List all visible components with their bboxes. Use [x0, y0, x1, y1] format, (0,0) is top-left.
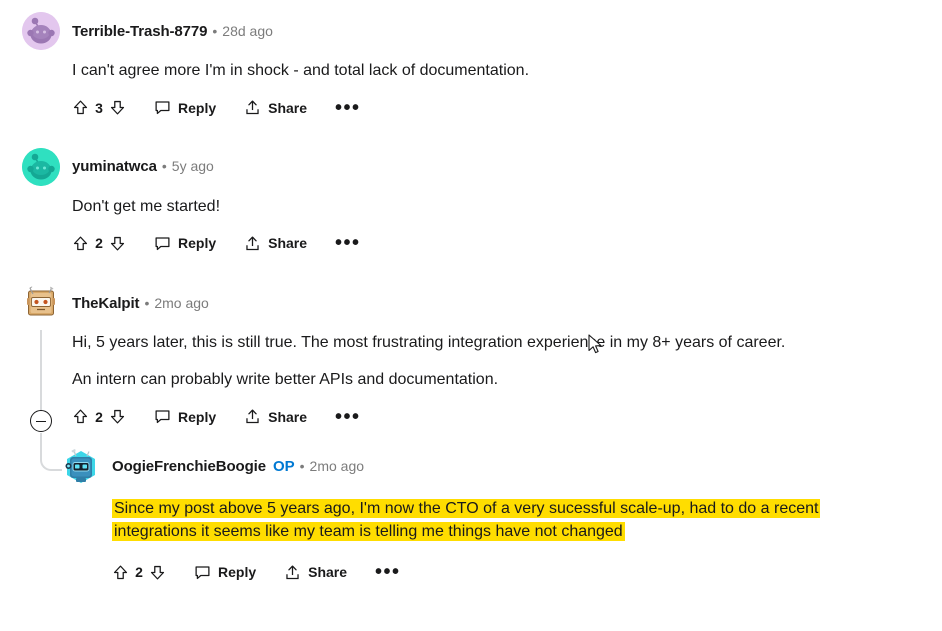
vote-count: 2 — [95, 235, 103, 252]
comment-timestamp: 5y ago — [171, 158, 214, 175]
share-icon — [246, 100, 259, 115]
comment-username[interactable]: yuminatwca — [72, 158, 157, 175]
comment-bubble-icon — [195, 566, 210, 579]
upvote-icon[interactable] — [72, 408, 89, 425]
share-label: Share — [308, 564, 348, 581]
share-button[interactable]: Share — [244, 99, 307, 116]
downvote-icon[interactable] — [149, 564, 166, 581]
comment-item: yuminatwca • 5y ago Don't get me started… — [0, 147, 942, 261]
comment-paragraph: I can't agree more I'm in shock - and to… — [72, 62, 530, 79]
share-label: Share — [268, 408, 308, 425]
upvote-icon[interactable] — [72, 235, 89, 252]
upvote-icon[interactable] — [112, 564, 129, 581]
op-badge: OP — [272, 458, 295, 476]
comment-bubble-icon — [155, 237, 170, 251]
more-options-button[interactable]: ••• — [335, 407, 361, 427]
meta-separator: • — [161, 158, 167, 175]
downvote-icon[interactable] — [109, 408, 126, 425]
comment-body: Hi, 5 years later, this is still true. T… — [72, 332, 942, 391]
more-options-button[interactable]: ••• — [335, 233, 361, 253]
collapse-thread-button[interactable] — [30, 410, 52, 433]
meta-separator: • — [144, 294, 150, 311]
reply-label: Reply — [218, 564, 257, 581]
vote-count: 2 — [95, 408, 103, 425]
more-options-button[interactable]: ••• — [335, 98, 361, 118]
comment-username[interactable]: TheKalpit — [72, 295, 140, 312]
meta-separator: • — [299, 458, 305, 475]
avatar[interactable] — [22, 284, 60, 322]
comment-thread: Terrible-Trash-8779 • 28d ago I can't ag… — [0, 0, 942, 589]
downvote-icon[interactable] — [109, 99, 126, 116]
comment-paragraph: An intern can probably write better APIs… — [72, 371, 499, 389]
vote-group: 2 — [72, 235, 126, 252]
robot-cardboard-avatar-icon — [27, 286, 55, 316]
comment-header: Terrible-Trash-8779 • 28d ago — [22, 12, 942, 50]
text-highlight: Since my post above 5 years ago, I'm now… — [112, 498, 821, 541]
comment-body: I can't agree more I'm in shock - and to… — [72, 60, 942, 83]
comment-bubble-icon — [155, 101, 170, 115]
comment-timestamp: 28d ago — [222, 22, 273, 39]
vote-count: 3 — [95, 99, 103, 116]
comment-actions: 2 Reply Share ••• — [72, 400, 942, 434]
avatar[interactable] — [62, 448, 100, 486]
avatar[interactable] — [22, 147, 60, 186]
comment-paragraph: Hi, 5 years later, this is still true. T… — [72, 334, 786, 352]
robot-blue-avatar-icon — [65, 448, 95, 483]
comment-timestamp: 2mo ago — [309, 458, 365, 475]
reply-button[interactable]: Reply — [194, 564, 256, 581]
vote-group: 3 — [72, 99, 126, 116]
vote-group: 2 — [72, 408, 126, 425]
comment-actions: 2 Reply Share ••• — [112, 555, 942, 589]
reply-button[interactable]: Reply — [154, 408, 216, 425]
thread-line — [40, 330, 42, 415]
share-button[interactable]: Share — [244, 408, 307, 425]
comment-item: Terrible-Trash-8779 • 28d ago I can't ag… — [0, 12, 942, 125]
minus-icon — [36, 420, 46, 423]
comment-header: yuminatwca • 5y ago — [22, 147, 942, 186]
share-button[interactable]: Share — [244, 235, 307, 252]
comment-actions: 3 Reply Share ••• — [72, 91, 942, 125]
reply-button[interactable]: Reply — [154, 99, 216, 116]
vote-count: 2 — [135, 564, 143, 581]
comment-bubble-icon — [155, 410, 170, 424]
share-icon — [246, 409, 259, 424]
downvote-icon[interactable] — [109, 235, 126, 252]
nested-comment-item: OogieFrenchieBoogie OP • 2mo ago Since m… — [22, 448, 942, 589]
comment-item: TheKalpit • 2mo ago Hi, 5 years later, t… — [0, 286, 942, 589]
share-label: Share — [268, 99, 308, 116]
reply-button[interactable]: Reply — [154, 235, 216, 252]
snoo-avatar-icon — [22, 147, 60, 186]
share-label: Share — [268, 235, 308, 252]
reply-label: Reply — [178, 99, 217, 116]
share-icon — [246, 236, 259, 251]
share-button[interactable]: Share — [284, 564, 347, 581]
reply-label: Reply — [178, 408, 217, 425]
comment-body: Since my post above 5 years ago, I'm now… — [112, 498, 887, 543]
avatar[interactable] — [22, 12, 60, 50]
comment-header: OogieFrenchieBoogie OP • 2mo ago — [62, 448, 942, 486]
comment-timestamp: 2mo ago — [154, 294, 209, 311]
highlighted-comment-paragraph: Since my post above 5 years ago, I'm now… — [112, 498, 887, 543]
upvote-icon[interactable] — [72, 99, 89, 116]
comment-paragraph: Don't get me started! — [72, 197, 221, 215]
meta-separator: • — [212, 22, 218, 39]
vote-group: 2 — [112, 564, 166, 581]
share-icon — [286, 565, 299, 579]
reply-label: Reply — [178, 235, 217, 252]
snoo-avatar-icon — [22, 12, 60, 50]
comment-header: TheKalpit • 2mo ago — [22, 286, 942, 320]
comment-actions: 2 Reply Share ••• — [72, 226, 942, 260]
comment-body: Don't get me started! — [72, 196, 942, 219]
comment-username[interactable]: Terrible-Trash-8779 — [72, 23, 207, 40]
comment-username[interactable]: OogieFrenchieBoogie — [112, 458, 266, 475]
more-options-button[interactable]: ••• — [375, 562, 401, 582]
